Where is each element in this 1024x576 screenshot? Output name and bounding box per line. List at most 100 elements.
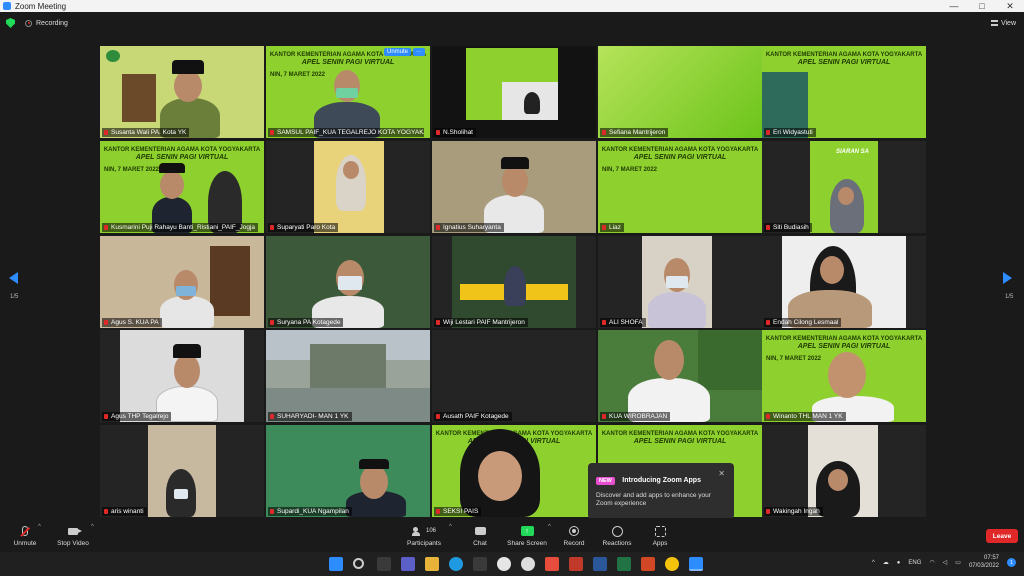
wifi-icon[interactable]: ◠ (929, 559, 934, 566)
video-tile[interactable]: Agus S. KUA PA (100, 236, 264, 328)
clock-date: 07/03/2022 (968, 562, 999, 569)
zoom-taskbar-icon[interactable] (689, 557, 703, 571)
system-tray: ^ ☁ ● ENG ◠ ◁ ▭ 07:57 07/03/2022 1 (872, 555, 1016, 571)
video-options-caret[interactable]: ^ (91, 524, 94, 530)
leave-button[interactable]: Leave (986, 529, 1018, 543)
participant-body (160, 296, 214, 328)
zoom-apps-notification[interactable]: NEW Introducing Zoom Apps ✕ Discover and… (588, 463, 734, 519)
participants-button[interactable]: 106 Participants (399, 524, 449, 547)
participant-count: 106 (425, 528, 436, 534)
excel-icon[interactable] (617, 557, 631, 571)
file-explorer-icon[interactable] (425, 557, 439, 571)
meeting-toolbar: Unmute ^ Stop Video ^ 106 Participants ^… (0, 518, 1024, 552)
video-tile[interactable]: Suryana PA Kotagede (266, 236, 430, 328)
video-tile[interactable]: aris winanti (100, 425, 264, 517)
participant-name: SAMSUL PAIF_KUA TEGALREJO KOTA YOGYAKA..… (268, 128, 424, 137)
cloud-icon[interactable]: ☁ (883, 559, 889, 566)
clock[interactable]: 07:57 07/03/2022 (969, 555, 999, 571)
stop-video-label: Stop Video (57, 540, 89, 547)
video-tile[interactable]: KANTOR KEMENTERIAN AGAMA KOTA YOGYAKARTA… (432, 425, 596, 517)
participants-options-caret[interactable]: ^ (449, 524, 452, 530)
word-icon[interactable] (593, 557, 607, 571)
participant-name: KUA WIROBRAJAN (600, 412, 671, 421)
participant-head (838, 187, 854, 205)
media-app-icon[interactable] (569, 557, 583, 571)
store-icon[interactable] (473, 557, 487, 571)
unmute-request-button[interactable]: Unmute (384, 48, 412, 56)
chat-icon (474, 527, 486, 535)
participants-label: Participants (407, 540, 441, 547)
start-menu-icon[interactable] (329, 557, 343, 571)
task-view-icon[interactable] (377, 557, 391, 571)
mic-tray-icon[interactable]: ● (897, 560, 901, 566)
recording-indicator[interactable]: Recording (25, 19, 68, 27)
next-page-arrow[interactable] (1003, 272, 1013, 286)
tile-more-button[interactable]: ··· (413, 48, 425, 56)
apps-button[interactable]: Apps (635, 524, 685, 547)
share-screen-button[interactable]: ↑ Share Screen (502, 524, 552, 547)
face-mask (176, 286, 196, 296)
video-tile[interactable]: KUA WIROBRAJAN (598, 330, 762, 422)
participant-head (174, 354, 200, 388)
maximize-button[interactable]: □ (968, 1, 996, 12)
video-tile[interactable]: Supardi_KUA Ngampilan (266, 425, 430, 517)
teams-chat-icon[interactable] (401, 557, 415, 571)
reactions-icon (611, 525, 623, 537)
meeting-top-bar: Recording View (0, 12, 1024, 34)
video-tile[interactable]: Wakingah Ingah (762, 425, 926, 517)
minimize-button[interactable]: — (940, 1, 968, 12)
security-shield-icon[interactable] (6, 18, 15, 28)
participants-icon (411, 526, 424, 536)
video-tile[interactable]: KANTOR KEMENTERIAN AGAMA KOTA YOGYAKARTA… (100, 141, 264, 233)
video-tile[interactable]: KANTOR KEMENTERIAN AGAMA KOTA YOGYAKARTA… (266, 46, 430, 138)
bookshelf (122, 74, 156, 122)
toast-title: Introducing Zoom Apps (622, 477, 701, 484)
video-tile[interactable]: SUHARYADI- MAN 1 YK (266, 330, 430, 422)
video-tile[interactable]: SIARAN SA Siti Budiasih (762, 141, 926, 233)
video-tile[interactable]: N.Sholihat (432, 46, 596, 138)
video-tile[interactable]: ALI SHOFA (598, 236, 762, 328)
apps-icon (654, 525, 666, 537)
previous-page-arrow[interactable] (9, 272, 19, 286)
face-mask (174, 489, 188, 499)
tray-chevron-icon[interactable]: ^ (872, 560, 875, 566)
close-icon[interactable]: ✕ (718, 469, 725, 478)
muted-mic-icon (22, 526, 28, 536)
powerpoint-icon[interactable] (641, 557, 655, 571)
pdf-reader-icon[interactable] (545, 557, 559, 571)
view-button[interactable]: View (990, 20, 1016, 27)
volume-icon[interactable]: ◁ (943, 559, 948, 566)
language-indicator[interactable]: ENG (908, 560, 921, 566)
search-icon[interactable] (353, 558, 364, 569)
video-tile[interactable]: Suparyati Paro Kota (266, 141, 430, 233)
chat-button[interactable]: Chat (455, 524, 505, 547)
battery-icon[interactable]: ▭ (955, 559, 961, 566)
app-icon[interactable] (521, 557, 535, 571)
participant-name: SUHARYADI- MAN 1 YK (268, 412, 352, 421)
participant-name: aris winanti (102, 507, 147, 516)
close-window-button[interactable]: ✕ (996, 1, 1024, 12)
face-mask (336, 88, 358, 98)
participant-name: Susanta Wali PA. Kota YK (102, 128, 190, 137)
ministry-logo-icon (106, 50, 120, 62)
video-tile[interactable]: Ignatius Suharyanta (432, 141, 596, 233)
video-tile[interactable]: KANTOR KEMENTERIAN AGAMA KOTA YOGYAKARTA… (762, 46, 926, 138)
chrome-icon[interactable] (665, 557, 679, 571)
video-tile[interactable]: Ausath PAIF Kotagede (432, 330, 596, 422)
banner-background (598, 46, 762, 138)
video-tile[interactable]: Sefiana Mantrijeron (598, 46, 762, 138)
participant-head (160, 171, 184, 199)
banner-date: NIN, 7 MARET 2022 (602, 167, 658, 173)
video-tile[interactable]: KANTOR KEMENTERIAN AGAMA KOTA YOGYAKARTA… (762, 330, 926, 422)
notification-badge[interactable]: 1 (1007, 558, 1016, 568)
video-tile[interactable]: Susanta Wali PA. Kota YK (100, 46, 264, 138)
video-tile[interactable]: Endah Cilong Lesmaal (762, 236, 926, 328)
video-tile[interactable]: KANTOR KEMENTERIAN AGAMA KOTA YOGYAKARTA… (598, 141, 762, 233)
participant-name: Kusmarini Puji Rahayu Banti_Ristiani_PAI… (102, 223, 258, 232)
audio-options-caret[interactable]: ^ (38, 524, 41, 530)
video-tile[interactable]: Wiji Lestari PAIF Mantrijeron (432, 236, 596, 328)
video-tile[interactable]: Agus THP Tegalrejo (100, 330, 264, 422)
edge-browser-icon[interactable] (449, 557, 463, 571)
photos-icon[interactable] (497, 557, 511, 571)
unmute-button[interactable]: Unmute (0, 524, 50, 547)
